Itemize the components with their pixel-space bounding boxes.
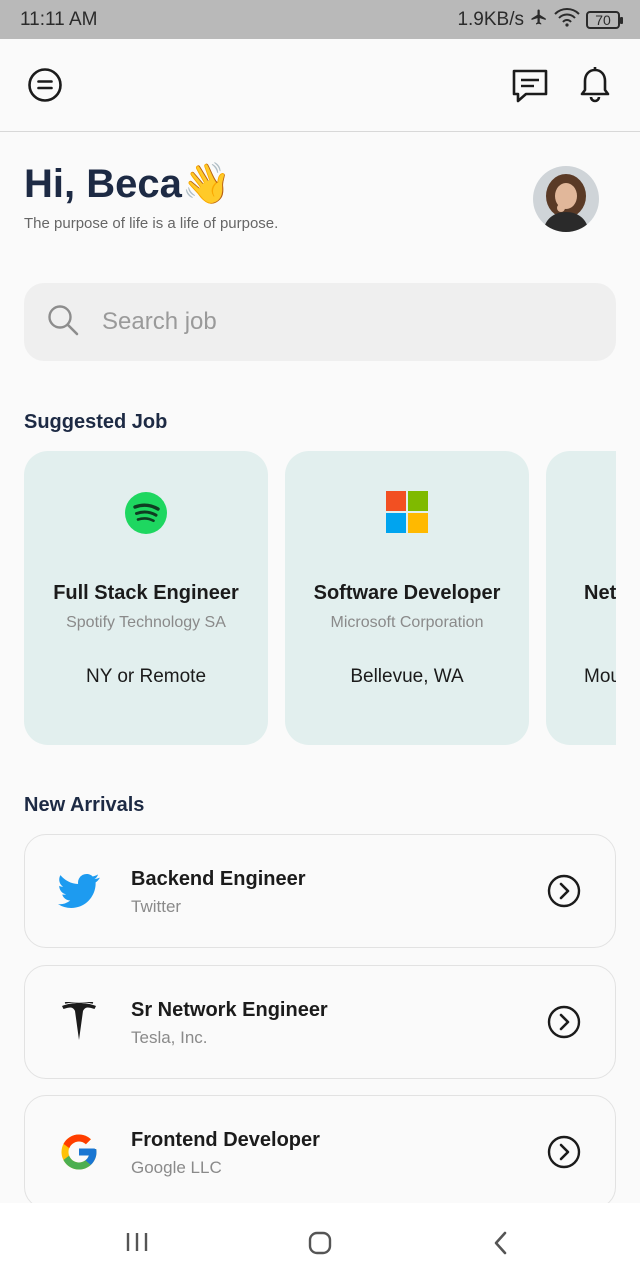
suggested-heading: Suggested Job [24, 411, 168, 433]
search-icon [46, 303, 80, 342]
status-time: 11:11 AM [20, 8, 98, 30]
microsoft-logo-icon [285, 491, 529, 535]
status-right: 1.9KB/s 70 [457, 7, 623, 33]
tesla-logo-icon [57, 1000, 101, 1044]
back-icon[interactable] [490, 1230, 512, 1256]
job-card-title: Net [584, 582, 616, 604]
job-card-title: Software Developer [313, 582, 501, 604]
list-item-title: Sr Network Engineer [131, 999, 328, 1021]
chevron-right-circle-icon[interactable] [547, 874, 581, 913]
battery-icon: 70 [586, 10, 623, 29]
google-logo-icon [57, 1130, 101, 1174]
list-item-company: Tesla, Inc. [131, 1028, 208, 1047]
search-input[interactable]: Search job [102, 308, 217, 336]
chat-icon[interactable] [510, 67, 550, 105]
recent-apps-icon[interactable] [124, 1231, 150, 1253]
list-item[interactable]: Backend Engineer Twitter [24, 834, 616, 948]
job-card-location: Bellevue, WA [350, 666, 464, 687]
battery-level: 70 [595, 11, 611, 28]
list-item-company: Google LLC [131, 1158, 222, 1177]
bell-icon[interactable] [578, 65, 612, 105]
job-card[interactable]: Full Stack Engineer Spotify Technology S… [24, 451, 268, 745]
job-card[interactable]: Net Mou [546, 451, 616, 745]
list-item-title: Frontend Developer [131, 1129, 320, 1151]
job-card-company: Microsoft Corporation [330, 614, 484, 631]
spotify-logo-icon [24, 491, 268, 535]
twitter-logo-icon [57, 869, 101, 913]
home-icon[interactable] [307, 1230, 333, 1256]
status-net-speed: 1.9KB/s [457, 8, 524, 30]
list-item[interactable]: Sr Network Engineer Tesla, Inc. [24, 965, 616, 1079]
system-nav-bar [0, 1203, 640, 1280]
job-card-company: Spotify Technology SA [66, 614, 226, 631]
greeting-title: Hi, Beca👋 [24, 162, 232, 206]
chevron-right-circle-icon[interactable] [547, 1005, 581, 1044]
status-bar: 11:11 AM 1.9KB/s 70 [0, 0, 640, 39]
app-bar [0, 39, 640, 132]
greeting-tagline: The purpose of life is a life of purpose… [24, 215, 279, 232]
job-card[interactable]: Software Developer Microsoft Corporation… [285, 451, 529, 745]
job-card-title: Full Stack Engineer [53, 582, 239, 604]
airplane-icon [530, 8, 548, 32]
suggested-job-carousel[interactable]: Full Stack Engineer Spotify Technology S… [24, 451, 616, 745]
arrivals-heading: New Arrivals [24, 794, 145, 816]
menu-circle-icon[interactable] [27, 67, 63, 103]
list-item-title: Backend Engineer [131, 868, 306, 890]
search-bar[interactable]: Search job [24, 283, 616, 361]
job-card-location: NY or Remote [85, 666, 207, 687]
list-item[interactable]: Frontend Developer Google LLC [24, 1095, 616, 1209]
wifi-icon [554, 7, 580, 33]
chevron-right-circle-icon[interactable] [547, 1135, 581, 1174]
list-item-company: Twitter [131, 897, 182, 916]
job-card-location: Mou [584, 666, 616, 687]
avatar[interactable] [533, 166, 599, 232]
